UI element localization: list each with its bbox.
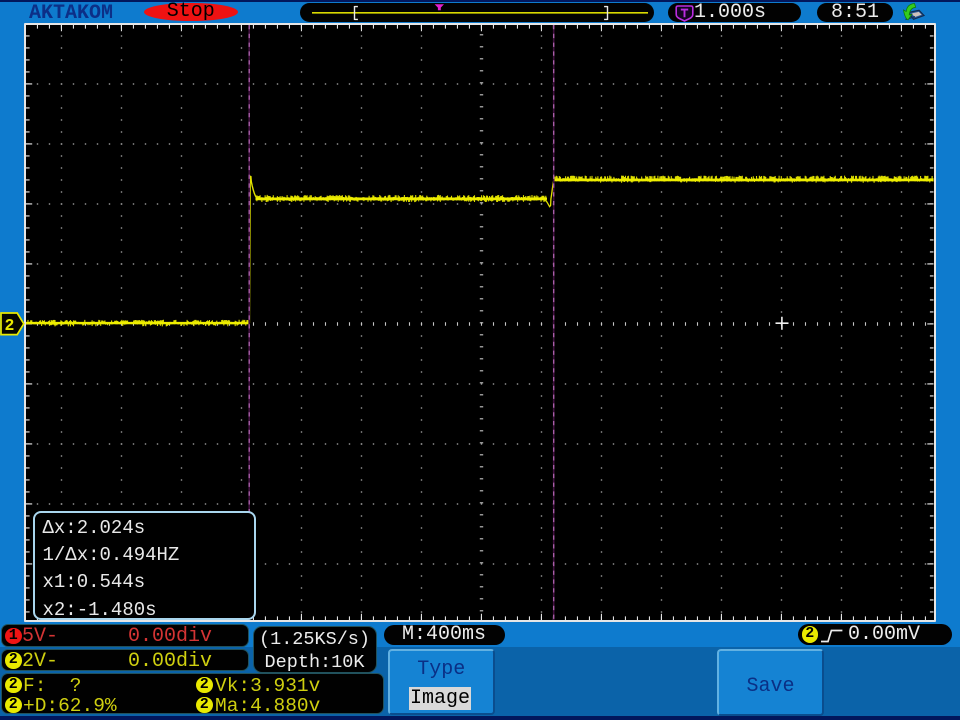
svg-text:2: 2 <box>5 316 15 335</box>
